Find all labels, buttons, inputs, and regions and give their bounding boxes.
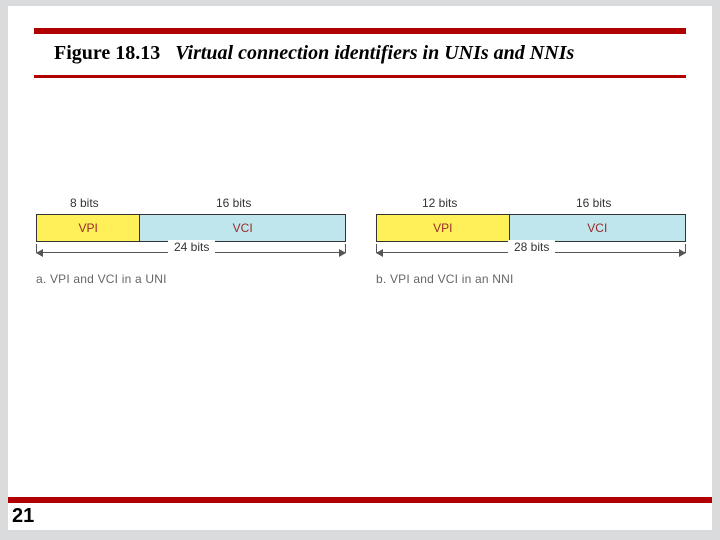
nni-vci-box: VCI [510,215,685,241]
nni-dim-row: 28 bits [376,244,686,268]
figure-caption: Virtual connection identifiers in UNIs a… [175,42,574,64]
uni-subcaption: a. VPI and VCI in a UNI [36,272,346,286]
page-number: 21 [8,503,712,530]
top-rule-thick [34,28,686,34]
figure-number: Figure 18.13 [54,42,160,64]
nni-vpi-box: VPI [377,215,510,241]
uni-vpi-box: VPI [37,215,140,241]
figure-body: 8 bits 16 bits VPI VCI 24 bits a. VPI an… [8,78,712,497]
nni-vci-bits: 16 bits [576,196,611,210]
uni-vci-box: VCI [140,215,345,241]
uni-vci-bits: 16 bits [216,196,251,210]
nni-total-bits: 28 bits [508,240,555,254]
nni-box-row: VPI VCI [376,214,686,242]
slide: Figure 18.13 Virtual connection identifi… [8,6,712,530]
uni-dim-row: 24 bits [36,244,346,268]
uni-vpi-bits: 8 bits [70,196,99,210]
nni-vpi-bits: 12 bits [422,196,457,210]
uni-total-bits: 24 bits [168,240,215,254]
uni-bits-row: 8 bits 16 bits [36,196,346,214]
figure-title: Figure 18.13 Virtual connection identifi… [54,42,712,65]
nni-bits-row: 12 bits 16 bits [376,196,686,214]
panel-nni: 12 bits 16 bits VPI VCI 28 bits b. VPI a… [376,196,686,286]
panel-uni: 8 bits 16 bits VPI VCI 24 bits a. VPI an… [36,196,346,286]
nni-subcaption: b. VPI and VCI in an NNI [376,272,686,286]
uni-box-row: VPI VCI [36,214,346,242]
